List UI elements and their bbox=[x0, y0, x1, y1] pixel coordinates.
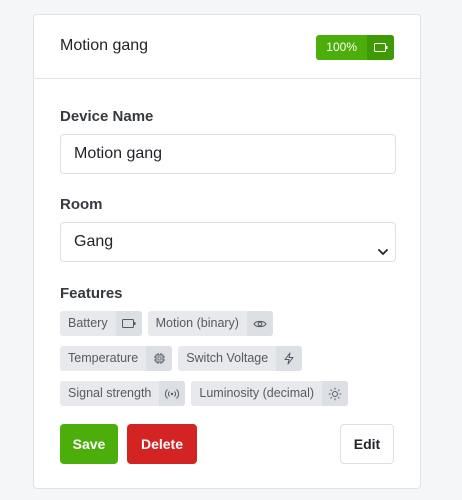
feature-label: Signal strength bbox=[68, 386, 152, 400]
chip-icon bbox=[146, 346, 173, 371]
eye-icon bbox=[246, 311, 273, 336]
features-label: Features bbox=[60, 285, 123, 302]
battery-percentage: 100% bbox=[326, 40, 357, 54]
feature-tag-switch-voltage: Switch Voltage bbox=[178, 346, 303, 371]
card-title: Motion gang bbox=[60, 37, 149, 54]
sun-icon bbox=[322, 381, 349, 406]
card-header: Motion gang 100% bbox=[34, 15, 420, 79]
battery-icon bbox=[367, 35, 394, 60]
bolt-icon bbox=[276, 346, 303, 371]
room-select-value: Gang bbox=[74, 233, 114, 250]
device-name-input[interactable]: Motion gang bbox=[60, 134, 396, 174]
feature-tag-signal-strength: Signal strength bbox=[60, 381, 186, 406]
feature-tag-luminosity: Luminosity (decimal) bbox=[191, 381, 349, 406]
signal-icon bbox=[159, 381, 186, 406]
features-list: Battery Motion (binary) Temperature Swit… bbox=[60, 311, 400, 416]
feature-label: Motion (binary) bbox=[155, 316, 239, 330]
feature-tag-motion: Motion (binary) bbox=[147, 311, 273, 336]
battery-icon bbox=[115, 311, 142, 336]
chevron-down-icon bbox=[377, 235, 389, 273]
save-button[interactable]: Save bbox=[60, 424, 118, 464]
battery-badge: 100% bbox=[316, 35, 394, 60]
device-name-label: Device Name bbox=[60, 108, 154, 125]
feature-label: Switch Voltage bbox=[186, 351, 269, 365]
delete-button[interactable]: Delete bbox=[127, 424, 197, 464]
edit-button[interactable]: Edit bbox=[340, 424, 394, 464]
feature-label: Battery bbox=[68, 316, 108, 330]
feature-label: Temperature bbox=[68, 351, 139, 365]
device-card: Motion gang 100% Device Name Motion gang… bbox=[33, 14, 421, 489]
feature-tag-temperature: Temperature bbox=[60, 346, 173, 371]
feature-tag-battery: Battery bbox=[60, 311, 142, 336]
room-select[interactable]: Gang bbox=[60, 222, 396, 262]
room-label: Room bbox=[60, 196, 103, 213]
feature-label: Luminosity (decimal) bbox=[199, 386, 315, 400]
